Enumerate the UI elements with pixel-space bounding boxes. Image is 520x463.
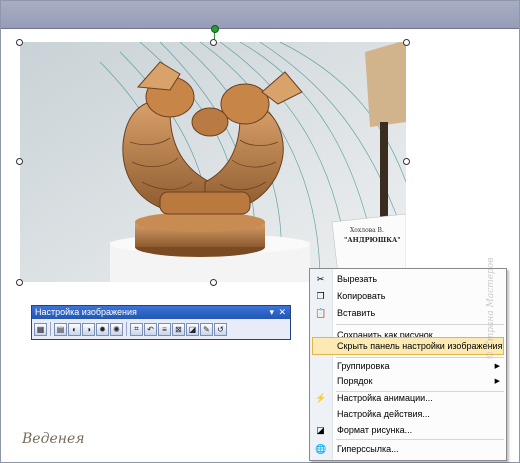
menu-separator (336, 324, 504, 325)
resize-handle-top-right[interactable] (403, 39, 410, 46)
line-style-icon[interactable]: ≡ (158, 322, 171, 336)
menu-separator (336, 439, 504, 440)
menu-item-animation-settings[interactable]: ⚡ Настройка анимации... (310, 390, 506, 407)
watermark: © Страна Мастеров (486, 257, 496, 360)
cut-icon: ✂ (316, 274, 325, 284)
menu-item-label: Формат рисунка... (337, 425, 413, 435)
plaque-line2: "АНДРЮШКА" (344, 236, 401, 244)
paste-icon: 📋 (315, 308, 327, 318)
hyperlink-icon: 🌐 (315, 444, 327, 454)
plaque-line1: Хохлова В. (350, 227, 384, 234)
insert-picture-icon[interactable]: ▦ (34, 322, 47, 336)
toolbar-title: Настройка изображения (35, 307, 137, 317)
menu-item-hyperlink[interactable]: 🌐 Гиперссылка... (310, 441, 506, 458)
resize-handle-left[interactable] (16, 158, 23, 165)
menu-item-label: Копировать (337, 291, 386, 301)
less-contrast-icon[interactable]: ◑ (82, 322, 95, 336)
toolbar-separator (50, 322, 51, 336)
author-signature: Веденея (22, 431, 85, 447)
toolbar-options-icon[interactable]: ▾ (269, 306, 274, 319)
less-brightness-icon[interactable]: ✺ (110, 322, 123, 336)
menu-item-hide-picture-toolbar[interactable]: Скрыть панель настройки изображения (312, 337, 504, 355)
menu-item-label: Настройка анимации... (337, 393, 433, 403)
menu-item-format-picture[interactable]: ◪ Формат рисунка... (310, 422, 506, 439)
resize-handle-top-left[interactable] (16, 39, 23, 46)
color-icon[interactable]: ▤ (54, 322, 67, 336)
menu-item-label: Настройка действия... (337, 409, 430, 419)
menu-item-label: Гиперссылка... (337, 444, 399, 454)
picture-toolbar: Настройка изображения ▾ ✕ ▦ ▤ ◐ ◑ ✹ ✺ ⌗ … (31, 305, 291, 340)
resize-handle-bottom[interactable] (210, 279, 217, 286)
menu-item-label: Вырезать (337, 274, 378, 284)
more-brightness-icon[interactable]: ✹ (96, 322, 109, 336)
toolbar-close-icon[interactable]: ✕ (278, 306, 286, 319)
resize-handle-right[interactable] (403, 158, 410, 165)
menu-item-action-settings[interactable]: Настройка действия... (310, 406, 506, 423)
menu-item-label: Вставить (337, 308, 376, 318)
crop-icon[interactable]: ⌗ (130, 322, 143, 336)
selected-picture[interactable]: Хохлова В. "АНДРЮШКА" (20, 42, 406, 282)
menu-item-copy[interactable]: ❐ Копировать (310, 288, 506, 305)
menu-item-label: Скрыть панель настройки изображения (337, 341, 503, 351)
menu-item-paste[interactable]: 📋 Вставить (310, 305, 506, 322)
window-top-bar (1, 1, 519, 29)
resize-handle-bottom-left[interactable] (16, 279, 23, 286)
more-contrast-icon[interactable]: ◐ (68, 322, 81, 336)
copy-icon: ❐ (316, 291, 325, 301)
rotate-icon[interactable]: ↶ (144, 322, 157, 336)
submenu-arrow-icon: ▶ (494, 378, 500, 385)
toolbar-title-bar[interactable]: Настройка изображения ▾ ✕ (32, 306, 290, 319)
animation-icon: ⚡ (315, 393, 327, 403)
birch-bark-sculpture-photo: Хохлова В. "АНДРЮШКА" (20, 42, 406, 282)
resize-handle-top[interactable] (210, 39, 217, 46)
format-picture-icon: ◪ (316, 425, 325, 435)
compress-icon[interactable]: ⊠ (172, 322, 185, 336)
menu-item-cut[interactable]: ✂ Вырезать (310, 271, 506, 288)
menu-item-order[interactable]: Порядок ▶ (310, 373, 506, 390)
toolbar-separator (126, 322, 127, 336)
rotate-handle[interactable] (211, 25, 219, 33)
context-menu: ✂ Вырезать ❐ Копировать 📋 Вставить Сохра… (309, 268, 507, 461)
toolbar-buttons: ▦ ▤ ◐ ◑ ✹ ✺ ⌗ ↶ ≡ ⊠ ◪ ✎ ↺ (32, 319, 290, 339)
menu-item-label: Порядок (337, 376, 373, 386)
format-picture-icon[interactable]: ◪ (186, 322, 199, 336)
transparent-color-icon[interactable]: ✎ (200, 322, 213, 336)
reset-picture-icon[interactable]: ↺ (214, 322, 227, 336)
